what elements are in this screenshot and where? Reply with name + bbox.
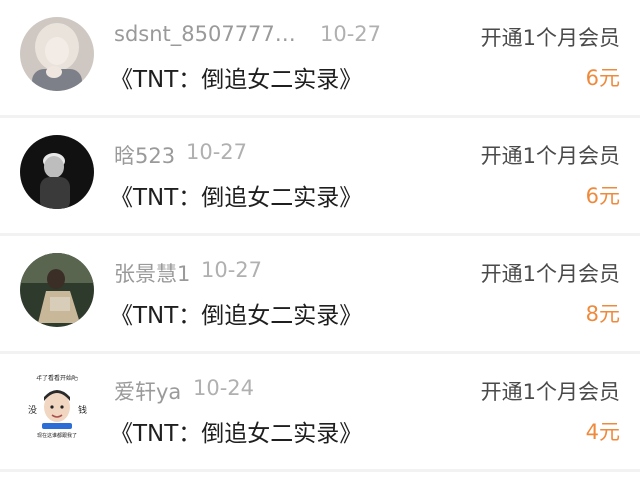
membership-action: 开通1个月会员 (480, 380, 620, 404)
avatar-caption-left: 没 (28, 405, 37, 416)
purchase-record-list: sdsnt_85077774... 10-27 《TNT：倒追女二实录》 开通1… (0, 0, 640, 487)
dark-portrait-avatar (20, 135, 94, 209)
list-item[interactable]: 张景慧1 10-27 《TNT：倒追女二实录》 开通1个月会员 8元 (0, 236, 640, 354)
username: 张景慧1 (114, 262, 191, 286)
list-item[interactable]: 年了看看开始吧 没 钱 现在这谁都跟我了 爱轩ya 10-24 《TNT：倒追女… (0, 354, 640, 472)
membership-action: 开通1个月会员 (480, 26, 620, 50)
book-title: 《TNT：倒追女二实录》 (110, 303, 363, 329)
avatar[interactable]: 年了看看开始吧 没 钱 现在这谁都跟我了 (20, 371, 94, 445)
date: 10-27 (320, 22, 382, 46)
username: 晗523 (114, 144, 176, 168)
username: sdsnt_85077774... (114, 22, 304, 46)
book-title: 《TNT：倒追女二实录》 (110, 185, 363, 211)
membership-action: 开通1个月会员 (480, 144, 620, 168)
username: 爱轩ya (114, 380, 182, 404)
avatar[interactable] (20, 135, 94, 209)
divider (0, 469, 640, 472)
avatar[interactable] (20, 17, 94, 91)
seated-person-avatar (20, 253, 94, 327)
price: 6元 (585, 184, 620, 208)
blonde-person-avatar (20, 17, 94, 91)
price: 4元 (585, 420, 620, 444)
avatar[interactable] (20, 253, 94, 327)
avatar-caption-top: 年了看看开始吧 (36, 374, 78, 382)
date: 10-27 (201, 258, 263, 282)
date: 10-24 (193, 376, 255, 400)
meme-face-avatar: 年了看看开始吧 没 钱 现在这谁都跟我了 (20, 371, 94, 445)
membership-action: 开通1个月会员 (480, 262, 620, 286)
list-item[interactable]: 晗523 10-27 《TNT：倒追女二实录》 开通1个月会员 6元 (0, 118, 640, 236)
list-item[interactable]: sdsnt_85077774... 10-27 《TNT：倒追女二实录》 开通1… (0, 0, 640, 118)
avatar-caption-right: 钱 (78, 404, 87, 416)
price: 8元 (585, 302, 620, 326)
date: 10-27 (186, 140, 248, 164)
avatar-caption-bottom: 现在这谁都跟我了 (37, 432, 77, 439)
book-title: 《TNT：倒追女二实录》 (110, 421, 363, 447)
book-title: 《TNT：倒追女二实录》 (110, 67, 363, 93)
price: 6元 (585, 66, 620, 90)
